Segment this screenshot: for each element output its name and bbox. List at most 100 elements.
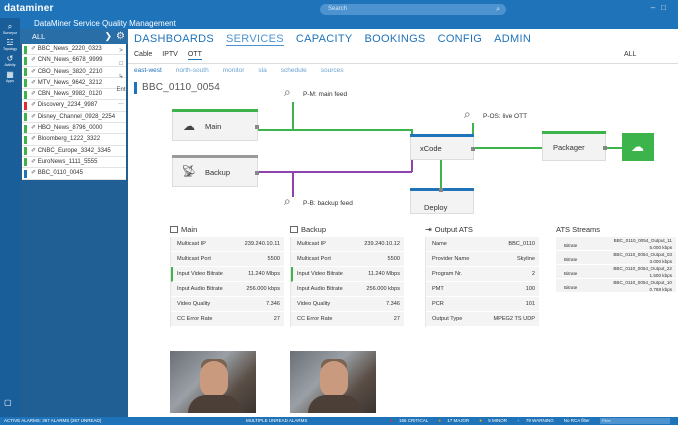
node-xcode[interactable]: xCode: [410, 134, 475, 160]
row-value: 5500: [267, 256, 280, 262]
workspace-icon[interactable]: ▢: [4, 398, 12, 407]
status-indicator: [24, 147, 27, 156]
tab-bookings[interactable]: BOOKINGS: [364, 33, 425, 45]
node-backup[interactable]: 📡︎ Backup: [172, 155, 259, 187]
ats-stream-row[interactable]: Bitrate BBC_0110_0054_Output_11 5.000 kbps: [556, 237, 676, 251]
alarm-count[interactable]: ● 79 WARNING: [517, 418, 559, 423]
node-backup-label: Backup: [205, 168, 231, 177]
activity-nav-item[interactable]: ↺ Activity: [0, 54, 20, 67]
list-item[interactable]: ✐ HBO_News_8796_0000: [22, 123, 126, 135]
tab-admin[interactable]: ADMIN: [494, 33, 531, 45]
alarm-count[interactable]: ● 17 MAJOR: [438, 418, 474, 423]
node-main[interactable]: ☁︎ Main: [172, 109, 259, 141]
backup-video-thumbnail[interactable]: [290, 351, 376, 413]
node-port: [255, 125, 259, 129]
view-tab-monitor[interactable]: monitor: [223, 67, 245, 74]
view-tab-north-south[interactable]: north-south: [176, 67, 209, 74]
table-row: Multicast IP 239.240.10.11: [171, 237, 284, 252]
apps-nav-item[interactable]: ▦ Apps: [0, 70, 20, 83]
list-item[interactable]: ✐ Discovery_2234_9987: [22, 100, 126, 112]
active-alarms-text[interactable]: ACTIVE ALARMS: 367 ALARMS (267 UNREAD): [4, 417, 101, 425]
ats-streams-title: ATS Streams: [556, 225, 601, 234]
video-figure-face: [320, 361, 348, 397]
subtab-cable[interactable]: Cable: [134, 51, 152, 58]
list-item[interactable]: ✐ MTV_News_9642_3212: [22, 77, 126, 90]
row-value: 27: [273, 316, 280, 322]
alarm-filter-input[interactable]: Filter: [600, 418, 670, 424]
tab-dashboards[interactable]: DASHBOARDS: [134, 33, 214, 45]
probe-main-icon[interactable]: ⌕: [284, 85, 291, 100]
row-value: 11.240 Mbps: [248, 271, 280, 277]
view-tab-schedule[interactable]: schedule: [281, 67, 307, 74]
window-controls[interactable]: –□: [651, 3, 672, 12]
node-cdn-cloud[interactable]: ☁︎: [622, 133, 654, 161]
tool-button[interactable]: >: [114, 45, 128, 58]
service-name: HBO_News_8796_0000: [37, 125, 103, 132]
tab-config[interactable]: CONFIG: [438, 33, 483, 45]
table-icon: [290, 226, 298, 233]
row-key: Provider Name: [432, 256, 470, 262]
output-ats-table: ⇥ Output ATS Name BBC_0110 Provider Name Sky…: [425, 223, 539, 327]
list-item[interactable]: ✐ CNN_News_6678_9999: [22, 55, 126, 67]
tool-button[interactable]: □: [114, 58, 128, 71]
subtab-iptv[interactable]: IPTV: [162, 51, 178, 58]
ats-stream-bitrate: 0.768 kbps: [649, 287, 672, 292]
list-item[interactable]: ✐ CBN_News_9982_0120: [22, 89, 126, 101]
all-filter-tab[interactable]: ALL: [624, 51, 636, 58]
tool-button[interactable]: Ent: [114, 84, 128, 97]
unread-alarms-text[interactable]: MULTIPLE UNREAD ALARMS: [246, 417, 307, 425]
main-properties-table: Main Multicast IP 239.240.10.11 Multicast …: [170, 223, 284, 327]
node-packager[interactable]: Packager: [542, 131, 607, 161]
tool-button[interactable]: …: [114, 97, 128, 110]
probe-backup-icon[interactable]: ⌕: [284, 194, 291, 209]
row-key: CC Error Rate: [177, 316, 213, 322]
nav-label: Activity: [4, 63, 16, 67]
main-video-thumbnail[interactable]: [170, 351, 256, 413]
no-rca-filter[interactable]: No RCA filter: [564, 418, 590, 423]
list-item[interactable]: ✐ BBC_News_2220_0323: [22, 44, 126, 56]
tool-button[interactable]: ↳: [114, 71, 128, 84]
list-item[interactable]: ✐ CNBC_Europe_3342_3345: [22, 145, 126, 157]
list-item[interactable]: ✐ EuroNews_1111_5555: [22, 156, 126, 169]
view-tab-sla[interactable]: sla: [258, 67, 266, 74]
search-icon[interactable]: ⌕: [496, 4, 500, 15]
table-row: Output Type MPEG2 TS UDP: [426, 312, 539, 327]
ats-stream-row[interactable]: Bitrate BBC_0110_0054_Output_03 3.000 kbps: [556, 251, 676, 265]
tab-services[interactable]: SERVICES: [226, 33, 284, 46]
alarm-count[interactable]: ● 156 CRITICAL: [390, 418, 433, 423]
view-tab-sources[interactable]: sources: [321, 67, 344, 74]
severity-dot-icon: ●: [438, 418, 443, 423]
list-item[interactable]: ✐ CBO_News_3820_2210: [22, 66, 126, 78]
row-key: Multicast IP: [177, 241, 206, 247]
list-item[interactable]: ✐ Bloomberg_1222_3322: [22, 134, 126, 146]
tab-capacity[interactable]: CAPACITY: [296, 33, 353, 45]
table-row: Input Video Bitrate 11.240 Mbps: [171, 267, 284, 282]
ats-stream-row[interactable]: Bitrate BBC_0110_0054_Output_22 1.500 kbps: [556, 265, 676, 279]
severity-dot-icon: ●: [516, 418, 521, 423]
topology-nav-item[interactable]: ☳ Topology: [0, 38, 20, 51]
row-key: Name: [432, 241, 447, 247]
tool-button[interactable]: ≡: [114, 32, 128, 45]
output-table-title: Output ATS: [434, 225, 473, 234]
node-status-line: [542, 131, 606, 134]
service-filter-dropdown[interactable]: ALL ❯ ⚙: [20, 29, 128, 44]
cloud-icon: ☁︎: [183, 119, 195, 133]
probe-ott-icon[interactable]: ⌕: [464, 107, 471, 122]
list-item[interactable]: ✐ BBC_0110_0045: [22, 168, 126, 180]
chevron-right-icon[interactable]: ❯: [104, 29, 112, 44]
alarm-count[interactable]: ● 5 MINOR: [479, 418, 512, 423]
surveyor-nav-item[interactable]: ⌕ Surveyor: [0, 22, 20, 35]
ats-stream-bitrate: 3.000 kbps: [649, 259, 672, 264]
view-tab-east-west[interactable]: east-west: [134, 67, 162, 74]
node-deploy[interactable]: Deploy: [410, 188, 474, 214]
apps-icon: ▦: [6, 70, 14, 79]
table-icon: [170, 226, 178, 233]
table-row: Video Quality 7.346: [171, 297, 284, 312]
subtab-ott[interactable]: OTT: [187, 51, 202, 60]
ats-stream-row[interactable]: Bitrate BBC_0110_0054_Output_10 0.768 kbps: [556, 279, 676, 293]
list-item[interactable]: ✐ Disney_Channel_0928_2254: [22, 111, 126, 124]
row-value: 100: [525, 286, 535, 292]
wire-main-to-xcode: [258, 129, 412, 131]
search-input[interactable]: Search ⌕: [320, 4, 506, 15]
row-value: 2: [531, 271, 535, 277]
